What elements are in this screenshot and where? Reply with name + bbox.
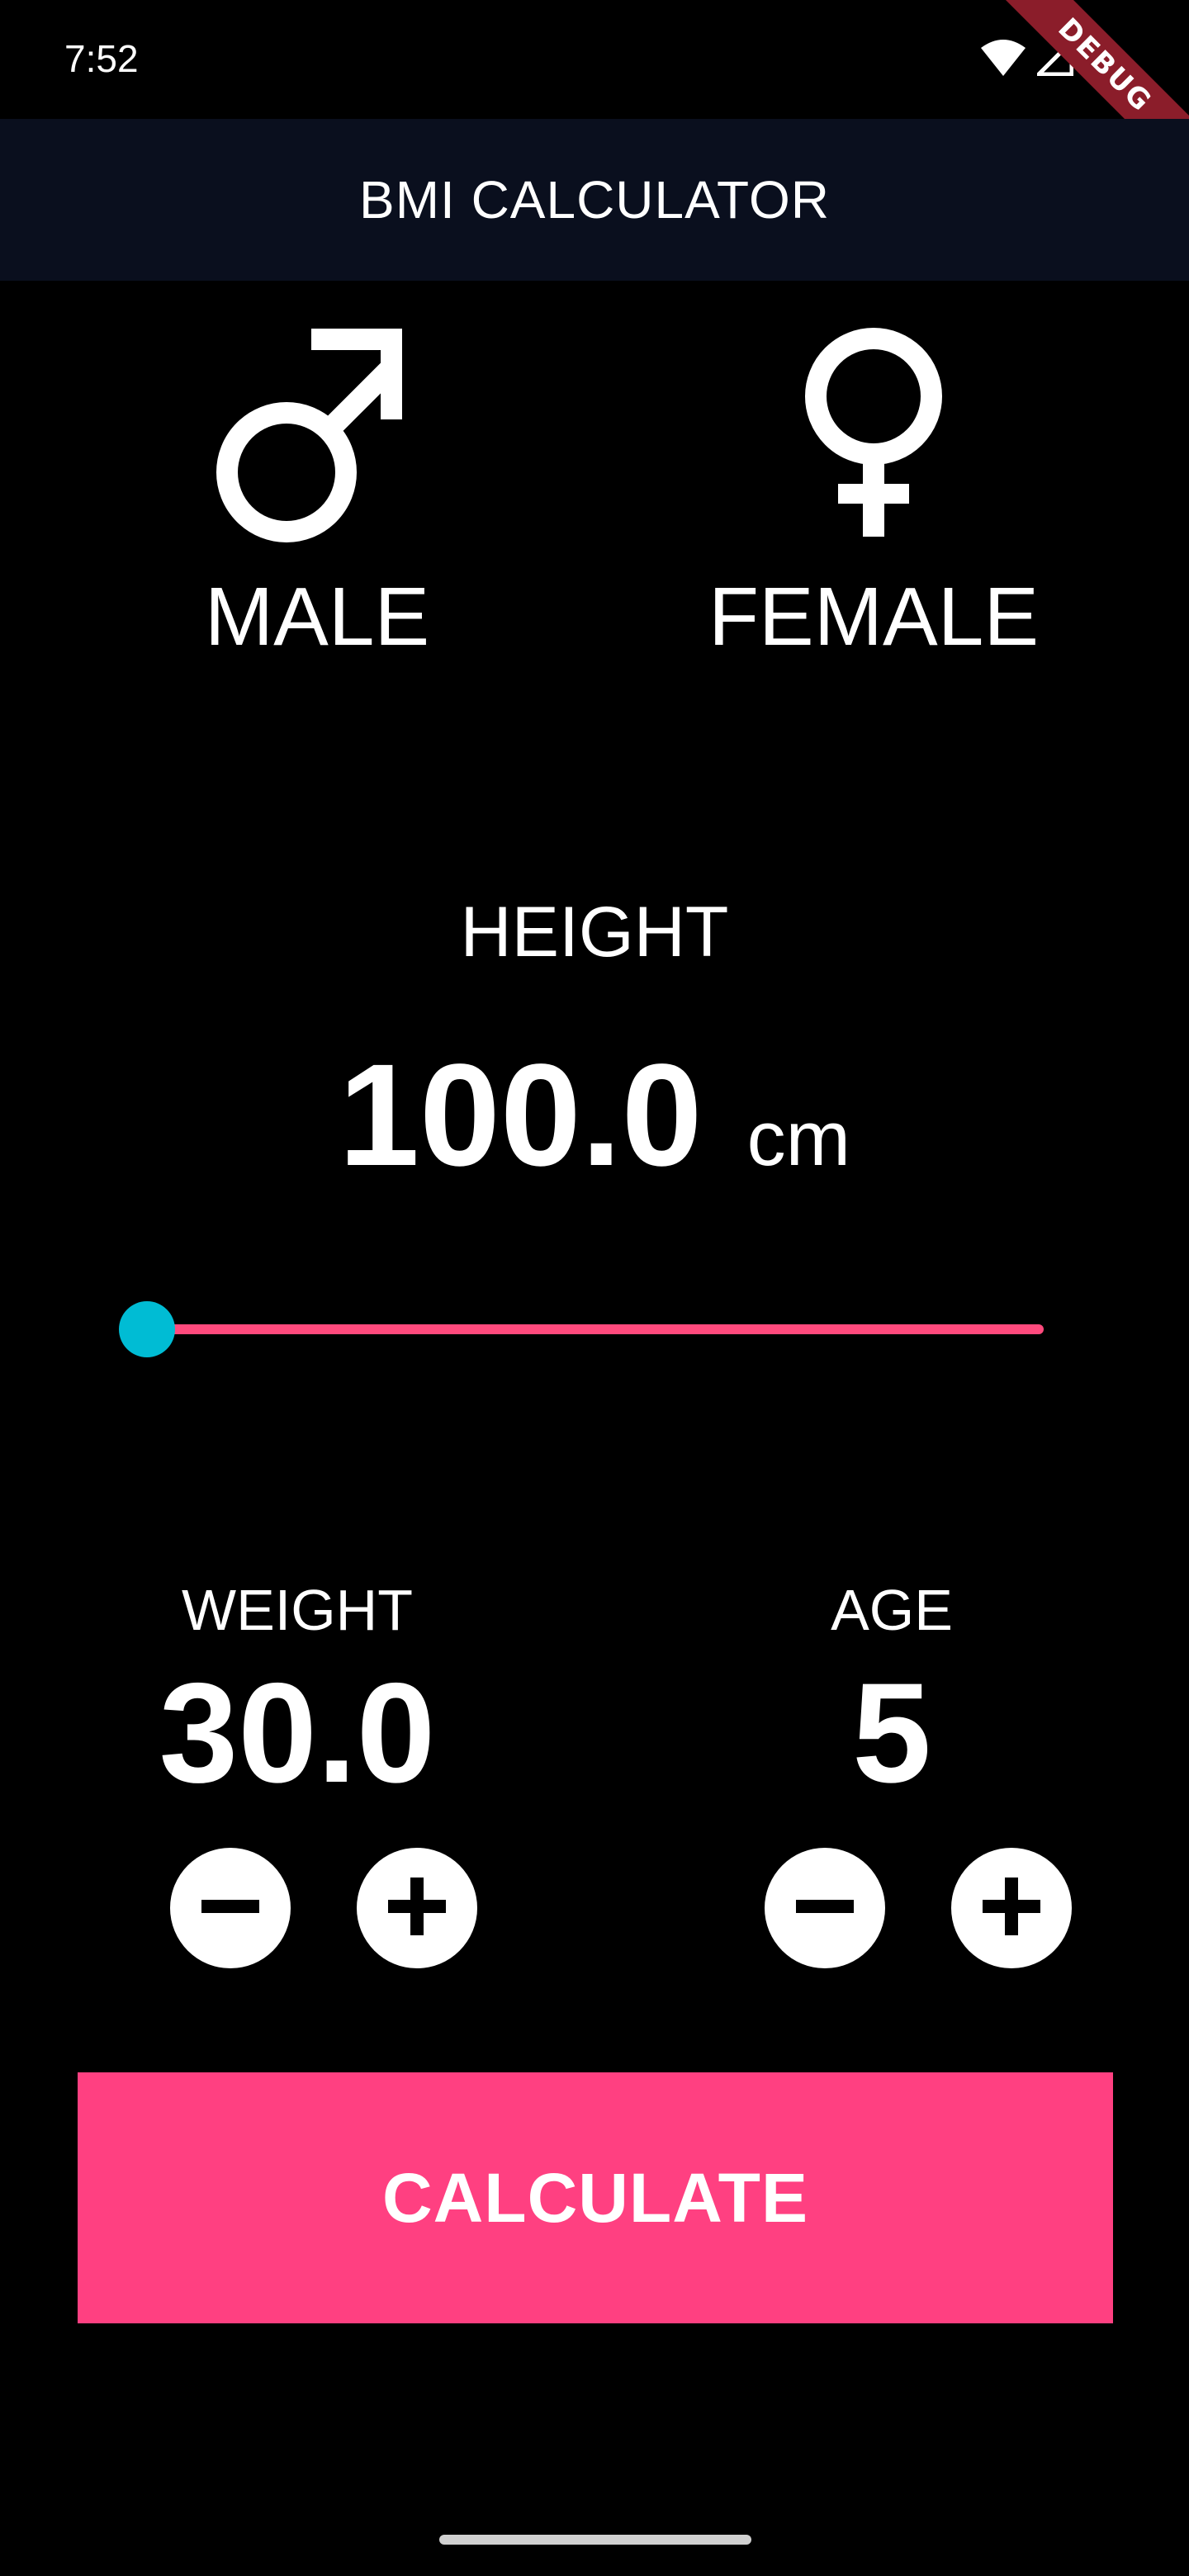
height-value: 100.0 [339, 1035, 703, 1196]
height-label: HEIGHT [460, 893, 729, 972]
age-increment-button[interactable] [951, 1848, 1072, 1968]
female-card[interactable]: FEMALE [675, 322, 1072, 677]
slider-track[interactable] [147, 1324, 1044, 1334]
weight-decrement-button[interactable] [170, 1848, 291, 1968]
male-symbol-icon [119, 322, 515, 545]
status-bar: 7:52 [0, 0, 1189, 119]
status-time: 7:52 [64, 37, 139, 80]
age-value: 5 [852, 1654, 931, 1812]
female-symbol-icon [675, 322, 1072, 545]
minus-icon [201, 1878, 259, 1939]
plus-icon [388, 1877, 446, 1939]
plus-icon [983, 1877, 1040, 1939]
weight-counter: WEIGHT 30.0 [83, 1569, 512, 1998]
male-label: MALE [204, 571, 430, 663]
height-value-row: 100.0 cm [0, 1032, 1189, 1199]
calculate-button[interactable]: CALCULATE [78, 2072, 1113, 2323]
home-indicator[interactable] [439, 2535, 751, 2545]
slider-thumb[interactable] [119, 1301, 175, 1357]
app-title: BMI CALCULATOR [359, 170, 830, 230]
age-decrement-button[interactable] [765, 1848, 885, 1968]
male-card[interactable]: MALE [119, 322, 515, 677]
female-label: FEMALE [708, 571, 1040, 663]
height-unit: cm [746, 1095, 850, 1181]
age-counter: AGE 5 [677, 1569, 1106, 1998]
app-bar: BMI CALCULATOR [0, 119, 1189, 281]
minus-icon [796, 1878, 854, 1939]
wifi-icon [981, 39, 1026, 80]
height-slider[interactable] [119, 1296, 1044, 1362]
weight-increment-button[interactable] [357, 1848, 477, 1968]
weight-value: 30.0 [159, 1654, 436, 1812]
weight-label: WEIGHT [182, 1578, 413, 1642]
calculate-label: CALCULATE [381, 2158, 809, 2237]
age-label: AGE [831, 1578, 953, 1642]
